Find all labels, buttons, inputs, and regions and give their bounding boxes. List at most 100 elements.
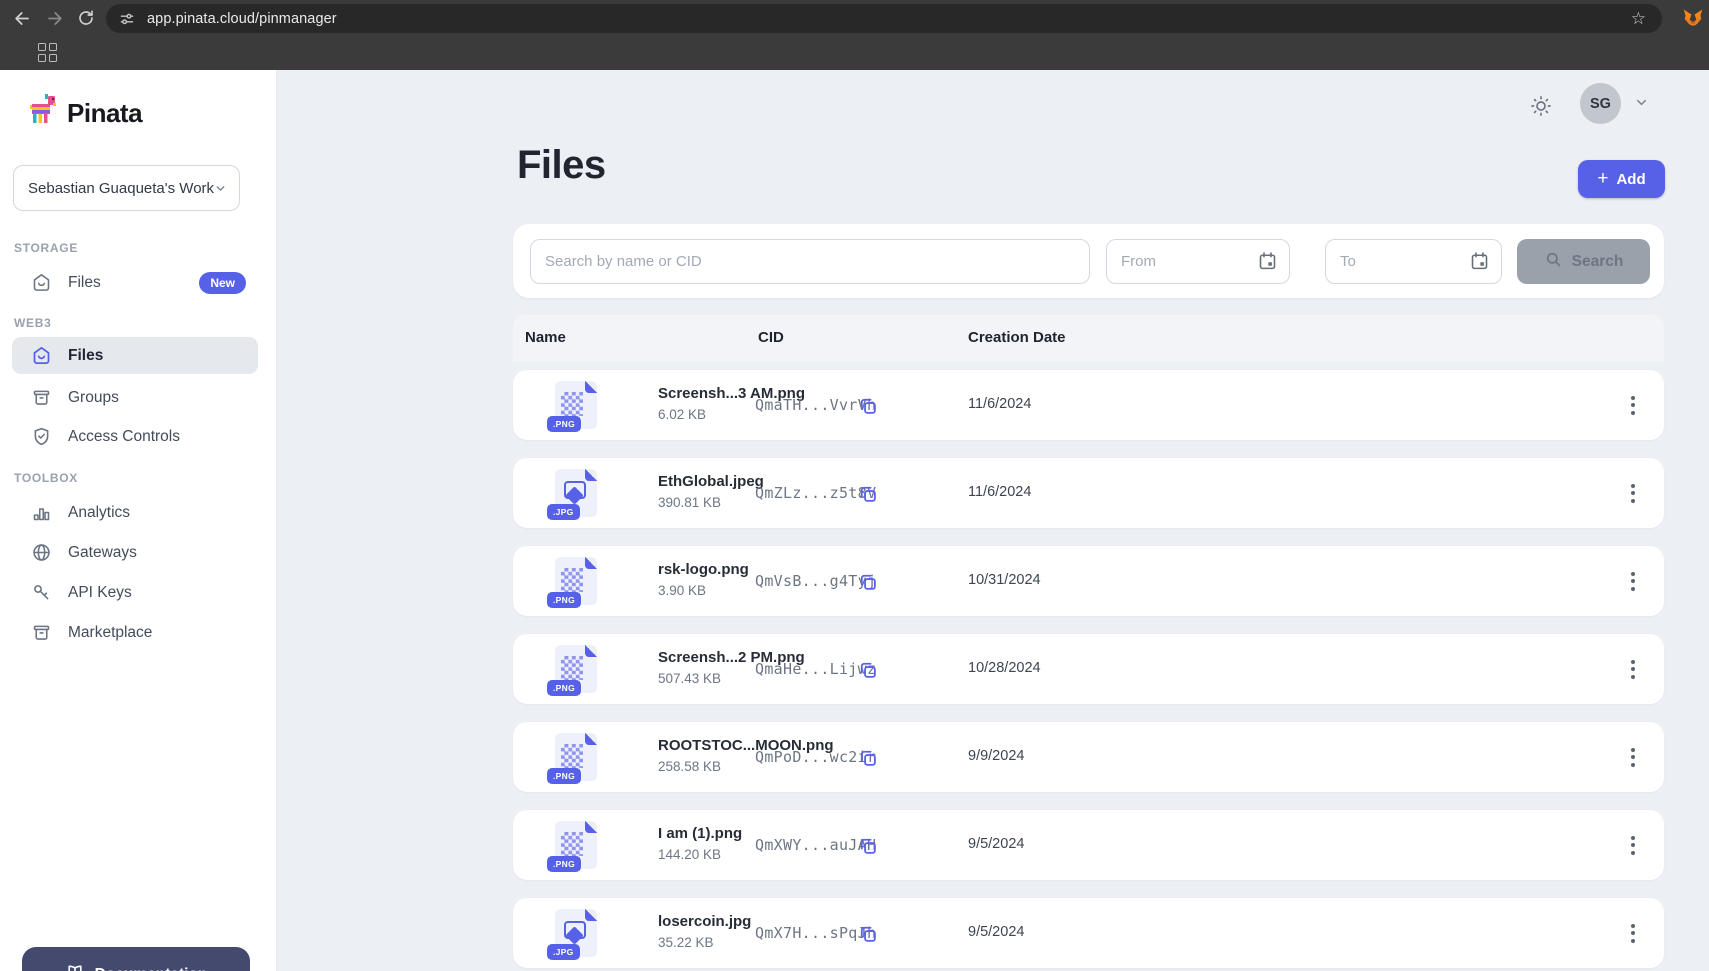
sidebar-item-access-controls[interactable]: Access Controls [12, 418, 258, 455]
bookmark-star-icon[interactable]: ☆ [1631, 9, 1646, 29]
row-menu-kebab-icon[interactable] [1619, 390, 1647, 420]
creation-date: 9/5/2024 [968, 924, 1024, 940]
sidebar-item-label: Analytics [68, 504, 130, 522]
apps-grid-icon[interactable] [38, 43, 58, 63]
file-name: losercoin.jpg [658, 913, 751, 930]
sidebar-item-label: API Keys [68, 584, 132, 602]
account-chevron-down-icon[interactable] [1634, 95, 1649, 115]
new-badge: New [199, 272, 246, 294]
documentation-button[interactable]: Documentation [22, 947, 250, 971]
file-size: 6.02 KB [658, 407, 706, 422]
file-extension-badge: .PNG [547, 416, 581, 432]
sidebar-item-storage-files[interactable]: Files New [12, 264, 258, 301]
site-settings-icon[interactable] [119, 11, 135, 27]
pinata-wordmark: Pinata [67, 98, 142, 129]
sidebar-item-marketplace[interactable]: Marketplace [12, 614, 258, 651]
from-date-input[interactable] [1106, 239, 1290, 284]
sidebar-item-analytics[interactable]: Analytics [12, 494, 258, 531]
table-row[interactable]: .PNG rsk-logo.png 3.90 KB QmVsB...g4Tyj … [513, 546, 1664, 616]
creation-date: 10/31/2024 [968, 572, 1041, 588]
copy-cid-icon[interactable] [855, 833, 881, 859]
search-input[interactable] [530, 239, 1090, 284]
plus-icon: + [1597, 168, 1608, 190]
sidebar-item-groups[interactable]: Groups [12, 379, 258, 416]
page-title: Files [517, 143, 606, 188]
file-extension-badge: .JPG [547, 944, 580, 960]
table-row[interactable]: .JPG losercoin.jpg 35.22 KB QmX7H...sPqJ… [513, 898, 1664, 968]
file-type-icon: .PNG [555, 381, 597, 429]
copy-cid-icon[interactable] [855, 481, 881, 507]
pinata-logo[interactable]: Pinata [28, 94, 142, 133]
forward-icon[interactable] [40, 4, 68, 32]
creation-date: 9/9/2024 [968, 748, 1024, 764]
row-menu-kebab-icon[interactable] [1619, 918, 1647, 948]
sidebar-item-api-keys[interactable]: API Keys [12, 574, 258, 611]
column-header-creation-date: Creation Date [968, 329, 1066, 346]
file-size: 35.22 KB [658, 935, 714, 950]
filter-bar: Search [513, 224, 1664, 298]
file-size: 3.90 KB [658, 583, 706, 598]
creation-date: 10/28/2024 [968, 660, 1041, 676]
date-to-field [1325, 239, 1502, 284]
row-menu-kebab-icon[interactable] [1619, 654, 1647, 684]
file-name: EthGlobal.jpeg [658, 473, 764, 490]
reload-icon[interactable] [72, 4, 100, 32]
copy-cid-icon[interactable] [855, 569, 881, 595]
file-name: I am (1).png [658, 825, 742, 842]
file-extension-badge: .PNG [547, 680, 581, 696]
avatar[interactable]: SG [1580, 83, 1621, 124]
table-row[interactable]: .PNG I am (1).png 144.20 KB QmXWY...auJA… [513, 810, 1664, 880]
copy-cid-icon[interactable] [855, 745, 881, 771]
file-extension-badge: .PNG [547, 768, 581, 784]
documentation-label: Documentation [95, 966, 208, 971]
sidebar-item-label: Files [68, 347, 103, 365]
url-text[interactable]: app.pinata.cloud/pinmanager [147, 11, 1631, 27]
workspace-label: Sebastian Guaqueta's Work... [28, 180, 214, 197]
file-type-icon: .PNG [555, 645, 597, 693]
bar-chart-icon [30, 502, 52, 524]
browser-chrome: app.pinata.cloud/pinmanager ☆ [0, 0, 1709, 70]
table-row[interactable]: .PNG ROOTSTOC...MOON.png 258.58 KB QmPoD… [513, 722, 1664, 792]
sidebar-item-gateways[interactable]: Gateways [12, 534, 258, 571]
add-button[interactable]: + Add [1578, 160, 1665, 198]
key-icon [30, 582, 52, 604]
back-icon[interactable] [8, 4, 36, 32]
file-extension-badge: .PNG [547, 592, 581, 608]
file-extension-badge: .JPG [547, 504, 580, 520]
to-date-input[interactable] [1325, 239, 1502, 284]
workspace-selector[interactable]: Sebastian Guaqueta's Work... [13, 165, 240, 211]
sidebar-item-label: Access Controls [68, 428, 180, 446]
copy-cid-icon[interactable] [855, 921, 881, 947]
row-menu-kebab-icon[interactable] [1619, 742, 1647, 772]
table-row[interactable]: .PNG Screensh...2 PM.png 507.43 KB QmaHe… [513, 634, 1664, 704]
file-size: 390.81 KB [658, 495, 721, 510]
row-menu-kebab-icon[interactable] [1619, 830, 1647, 860]
box-icon [30, 622, 52, 644]
browser-toolbar: app.pinata.cloud/pinmanager ☆ [0, 0, 1709, 36]
metamask-extension-icon[interactable] [1683, 8, 1703, 28]
copy-cid-icon[interactable] [855, 393, 881, 419]
url-bar[interactable]: app.pinata.cloud/pinmanager ☆ [106, 4, 1662, 33]
sidebar-item-label: Gateways [68, 544, 137, 562]
column-header-cid: CID [758, 329, 784, 346]
copy-cid-icon[interactable] [855, 657, 881, 683]
row-menu-kebab-icon[interactable] [1619, 566, 1647, 596]
sidebar-item-label: Files [68, 274, 101, 292]
file-size: 507.43 KB [658, 671, 721, 686]
sidebar-item-web3-files[interactable]: Files [12, 337, 258, 374]
section-toolbox: TOOLBOX [14, 471, 78, 485]
pin-files-icon [30, 272, 52, 294]
globe-icon [30, 542, 52, 564]
search-button-label: Search [1572, 253, 1624, 271]
theme-toggle-sun-icon[interactable] [1525, 90, 1557, 122]
chevron-down-icon [214, 182, 227, 195]
row-menu-kebab-icon[interactable] [1619, 478, 1647, 508]
sidebar-item-label: Groups [68, 389, 119, 407]
file-size: 258.58 KB [658, 759, 721, 774]
file-type-icon: .PNG [555, 821, 597, 869]
section-storage: STORAGE [14, 241, 78, 255]
table-row[interactable]: .JPG EthGlobal.jpeg 390.81 KB QmZLz...z5… [513, 458, 1664, 528]
table-row[interactable]: .PNG Screensh...3 AM.png 6.02 KB QmaTH..… [513, 370, 1664, 440]
search-button[interactable]: Search [1517, 239, 1650, 284]
creation-date: 11/6/2024 [968, 396, 1031, 412]
